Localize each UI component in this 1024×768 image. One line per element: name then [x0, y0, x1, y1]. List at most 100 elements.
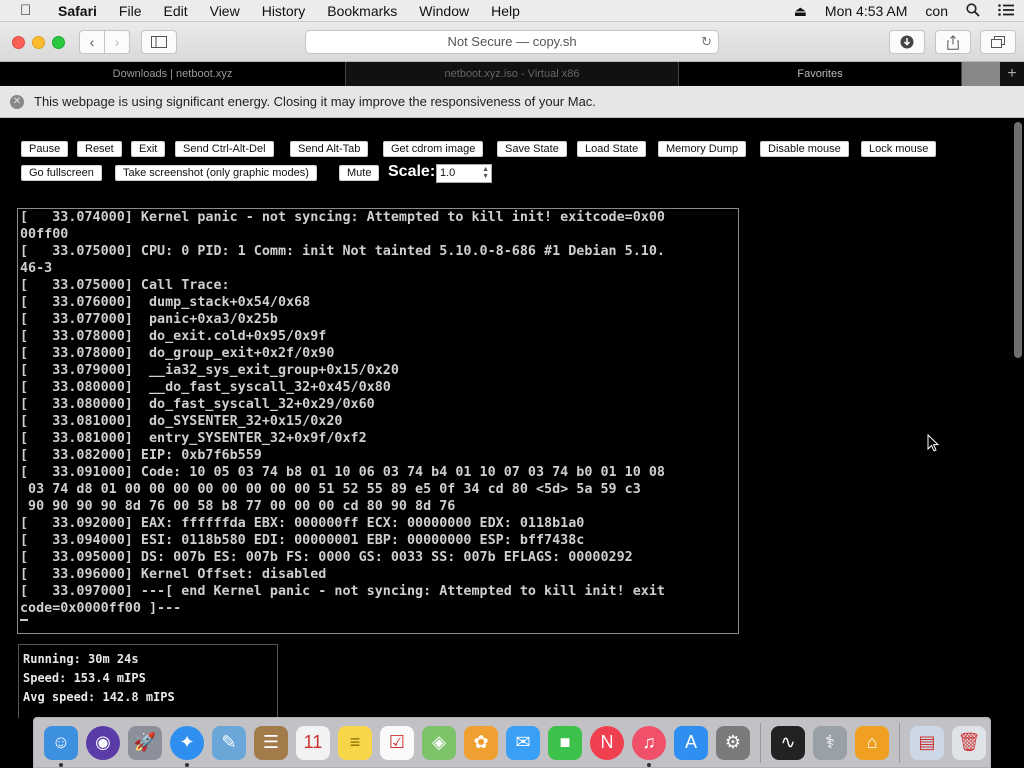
new-tab-button[interactable]: + — [1000, 62, 1024, 86]
news-icon[interactable]: N — [590, 725, 624, 760]
load-state-button[interactable]: Load State — [577, 141, 647, 157]
launchpad-icon[interactable]: 🚀 — [128, 725, 162, 760]
take-screenshot-button[interactable]: Take screenshot (only graphic modes) — [115, 165, 317, 181]
safari-icon[interactable]: ✦ — [170, 725, 204, 767]
zoom-window-button[interactable] — [52, 36, 65, 49]
menu-history[interactable]: History — [262, 3, 306, 19]
address-bar[interactable]: Not Secure — copy.sh ↻ — [305, 30, 719, 54]
pause-button[interactable]: Pause — [21, 141, 69, 157]
save-state-button[interactable]: Save State — [497, 141, 567, 157]
exit-button[interactable]: Exit — [131, 141, 166, 157]
energy-warning-text: This webpage is using significant energy… — [34, 94, 596, 109]
terminal-line: 46-3 — [20, 261, 53, 276]
reminders-icon[interactable]: ☑ — [380, 725, 414, 760]
address-text: Not Secure — copy.sh — [447, 34, 577, 49]
notification-center-icon[interactable] — [998, 3, 1014, 19]
downloads-folder-icon[interactable]: ▤ — [910, 725, 944, 760]
menu-help[interactable]: Help — [491, 3, 520, 19]
close-window-button[interactable] — [12, 36, 25, 49]
dock-separator — [899, 722, 900, 763]
contacts-icon[interactable]: ☰ — [254, 725, 288, 760]
home-icon[interactable]: ⌂ — [855, 725, 889, 760]
show-all-tabs-button[interactable] — [980, 30, 1016, 54]
tab-favorites[interactable]: Favorites — [679, 62, 962, 86]
lock-mouse-button[interactable]: Lock mouse — [861, 141, 937, 157]
menu-window[interactable]: Window — [419, 3, 469, 19]
menu-bar:  Safari File Edit View History Bookmark… — [0, 0, 1024, 22]
stepper-arrows-icon[interactable]: ▲ ▼ — [482, 166, 489, 180]
menu-app-name[interactable]: Safari — [58, 3, 97, 19]
notes-icon[interactable]: ≡ — [338, 725, 372, 760]
terminal-output: [ 33.074000] Kernel panic - not syncing:… — [20, 209, 738, 617]
menu-view[interactable]: View — [210, 3, 240, 19]
running-indicator — [59, 762, 63, 767]
apple-icon[interactable]:  — [20, 2, 40, 19]
speed: Speed: 153.4 mIPS — [23, 671, 146, 685]
mute-button[interactable]: Mute — [339, 165, 380, 181]
maps-icon[interactable]: ◈ — [422, 725, 456, 760]
menu-file[interactable]: File — [119, 3, 142, 19]
close-banner-icon[interactable]: ✕ — [10, 94, 24, 109]
finder-icon[interactable]: ☺ — [44, 725, 78, 767]
menu-bookmarks[interactable]: Bookmarks — [327, 3, 397, 19]
trash-icon[interactable]: 🗑 — [952, 725, 986, 760]
sidebar-button[interactable] — [141, 30, 177, 54]
forward-button[interactable]: › — [104, 30, 130, 54]
terminal-line: [ 33.076000] dump_stack+0x54/0x68 — [20, 295, 311, 310]
tab-overflow[interactable] — [962, 62, 1000, 86]
tab-label: Favorites — [797, 68, 843, 80]
menu-clock[interactable]: Mon 4:53 AM — [825, 3, 908, 19]
get-cdrom-image-button[interactable]: Get cdrom image — [383, 141, 484, 157]
running-time: Running: 30m 24s — [23, 652, 139, 666]
messages-icon[interactable]: ✉ — [506, 725, 540, 760]
chevron-left-icon: ‹ — [89, 34, 95, 50]
mouse-pointer-icon — [927, 434, 939, 452]
text-cursor — [20, 619, 28, 621]
terminal-line: [ 33.075000] CPU: 0 PID: 1 Comm: init No… — [20, 244, 665, 259]
music-icon[interactable]: ♫ — [632, 725, 666, 767]
tab-downloads[interactable]: Downloads | netboot.xyz — [0, 62, 346, 86]
sidebar-icon — [151, 36, 167, 48]
facetime-icon[interactable]: ■ — [548, 725, 582, 760]
memory-dump-button[interactable]: Memory Dump — [658, 141, 747, 157]
scale-input[interactable]: 1.0 ▲ ▼ — [436, 164, 492, 183]
eject-icon[interactable]: ⏏ — [794, 3, 807, 20]
calendar-icon[interactable]: 11 — [296, 725, 330, 760]
terminal-line: [ 33.095000] DS: 007b ES: 007b FS: 0000 … — [20, 550, 633, 565]
menu-edit[interactable]: Edit — [163, 3, 187, 19]
siri-icon[interactable]: ◉ — [86, 725, 120, 760]
activity-monitor-icon[interactable]: ∿ — [771, 725, 805, 760]
energy-warning-banner: ✕ This webpage is using significant ener… — [0, 86, 1024, 118]
disable-mouse-button[interactable]: Disable mouse — [760, 141, 849, 157]
back-button[interactable]: ‹ — [79, 30, 105, 54]
app-store-icon[interactable]: A — [674, 725, 708, 760]
terminal-line: [ 33.094000] ESI: 0118b580 EDI: 00000001… — [20, 533, 585, 548]
terminal-line: 03 74 d8 01 00 00 00 00 00 00 00 00 51 5… — [20, 482, 641, 497]
send-alt-tab-button[interactable]: Send Alt-Tab — [290, 141, 369, 157]
reset-button[interactable]: Reset — [77, 141, 122, 157]
downloads-button[interactable] — [889, 30, 925, 54]
send-ctrl-alt-del-button[interactable]: Send Ctrl-Alt-Del — [175, 141, 274, 157]
share-icon — [947, 34, 959, 50]
page-scrollbar[interactable] — [1012, 118, 1024, 718]
terminal-line: [ 33.080000] __do_fast_syscall_32+0x45/0… — [20, 380, 391, 395]
reload-icon[interactable]: ↻ — [701, 31, 712, 53]
minimize-window-button[interactable] — [32, 36, 45, 49]
spotlight-search-icon[interactable] — [966, 2, 980, 20]
go-fullscreen-button[interactable]: Go fullscreen — [21, 165, 102, 181]
scale-label: Scale: — [388, 163, 436, 180]
scrollbar-thumb[interactable] — [1014, 122, 1022, 358]
vm-screen[interactable]: [ 33.074000] Kernel panic - not syncing:… — [17, 208, 739, 634]
network-utility-icon[interactable]: ⚕ — [813, 725, 847, 760]
tab-label: Downloads | netboot.xyz — [112, 68, 233, 80]
menu-user[interactable]: con — [925, 3, 948, 19]
avg-speed: Avg speed: 142.8 mIPS — [23, 690, 175, 704]
preview-icon[interactable]: ✎ — [212, 725, 246, 760]
share-button[interactable] — [935, 30, 971, 54]
photos-icon[interactable]: ✿ — [464, 725, 498, 760]
terminal-line: [ 33.096000] Kernel Offset: disabled — [20, 567, 327, 582]
system-preferences-icon[interactable]: ⚙ — [716, 725, 750, 760]
terminal-line: [ 33.080000] do_fast_syscall_32+0x29/0x6… — [20, 397, 375, 412]
tab-virtual-x86[interactable]: netboot.xyz.iso - Virtual x86 — [346, 62, 679, 86]
download-icon — [900, 35, 914, 49]
